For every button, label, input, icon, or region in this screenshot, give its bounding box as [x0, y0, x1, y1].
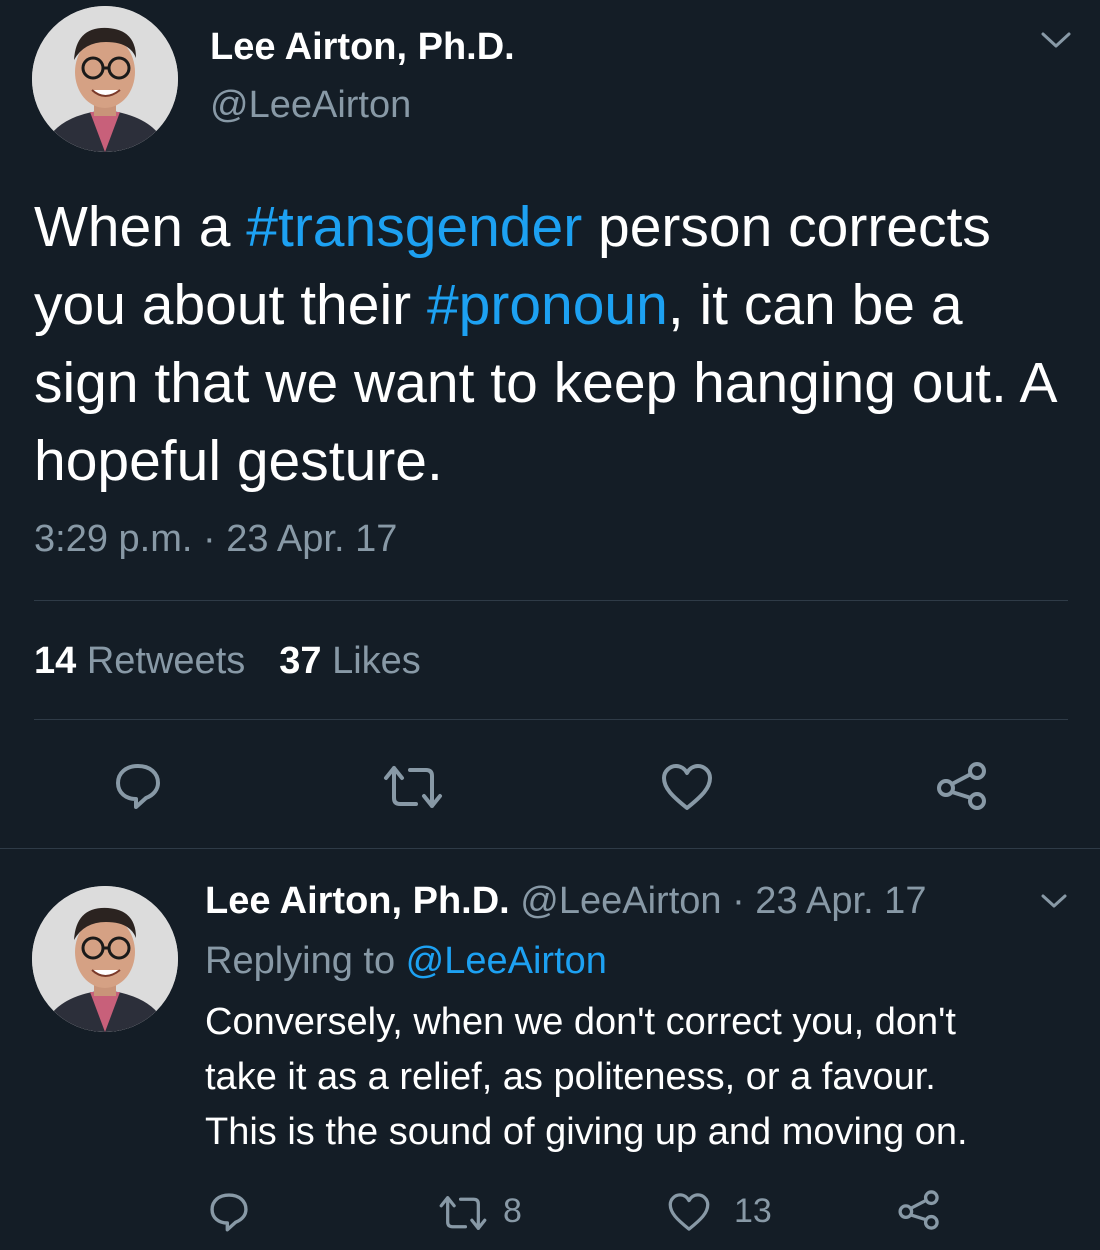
share-icon[interactable] [934, 760, 990, 817]
retweet-icon[interactable] [438, 1194, 488, 1237]
divider [34, 719, 1068, 720]
replying-mention[interactable]: @LeeAirton [406, 940, 607, 982]
hashtag-pronoun[interactable]: #pronoun [427, 273, 668, 337]
tweet-text: When a #transgender person corrects you … [34, 188, 1074, 500]
chevron-down-icon[interactable] [1040, 30, 1072, 55]
replying-prefix: Replying to [205, 940, 406, 982]
divider [34, 600, 1068, 601]
tweet-timestamp[interactable]: 3:29 p.m. · 23 Apr. 17 [34, 518, 397, 561]
author-handle[interactable]: @LeeAirton [210, 84, 411, 127]
retweets-count: 14 [34, 640, 77, 682]
reply-text-line: This is the sound of giving up and movin… [205, 1111, 968, 1153]
retweet-icon[interactable] [382, 764, 444, 815]
author-avatar[interactable] [32, 6, 178, 152]
reply-text: Conversely, when we don't correct you, d… [205, 995, 1085, 1160]
replying-to: Replying to @LeeAirton [205, 940, 607, 983]
reply-icon[interactable] [207, 1190, 251, 1239]
reply-retweet-count: 8 [503, 1192, 522, 1230]
chevron-down-icon[interactable] [1040, 892, 1068, 915]
likes-stat[interactable]: 37 Likes [279, 640, 421, 682]
hashtag-transgender[interactable]: #transgender [246, 195, 582, 259]
reply-header: Lee Airton, Ph.D. @LeeAirton · 23 Apr. 1… [205, 880, 926, 923]
author-name[interactable]: Lee Airton, Ph.D. [210, 26, 515, 69]
retweets-label: Retweets [86, 640, 246, 682]
reply-icon[interactable] [112, 760, 164, 817]
divider [0, 848, 1100, 849]
reply-like-count: 13 [734, 1192, 772, 1230]
likes-label: Likes [332, 640, 421, 682]
like-icon[interactable] [660, 762, 714, 817]
likes-count: 37 [279, 640, 322, 682]
share-icon[interactable] [896, 1188, 942, 1237]
reply-text-line: take it as a relief, as politeness, or a… [205, 1056, 936, 1098]
reply-text-line: Conversely, when we don't correct you, d… [205, 1001, 956, 1043]
reply-author-name[interactable]: Lee Airton, Ph.D. [205, 880, 510, 922]
retweets-stat[interactable]: 14 Retweets [34, 640, 245, 682]
like-icon[interactable] [667, 1191, 711, 1238]
tweet-text-part: When a [34, 195, 247, 259]
reply-author-avatar[interactable] [32, 886, 178, 1032]
reply-handle-date[interactable]: @LeeAirton · 23 Apr. 17 [510, 880, 926, 922]
tweet-stats: 14 Retweets 37 Likes [34, 640, 421, 683]
